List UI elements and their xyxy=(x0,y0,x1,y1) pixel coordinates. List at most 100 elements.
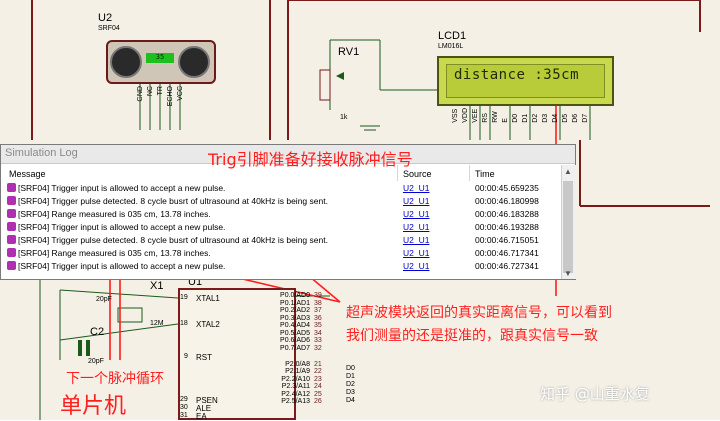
mcu-pin: P2.5/A13 xyxy=(281,398,310,405)
mcu-pin-xtal1: XTAL1 xyxy=(196,294,220,303)
log-time: 00:00:46.727341 xyxy=(475,261,539,271)
mcu-pin-rst: RST xyxy=(196,353,212,362)
lcd-ref: LCD1 xyxy=(438,30,467,42)
column-header-time[interactable]: Time xyxy=(475,169,495,179)
mcu-pin: P2.3/A11 xyxy=(281,383,310,390)
log-source-link[interactable]: U2_U1 xyxy=(403,235,429,245)
log-time: 00:00:46.180998 xyxy=(475,196,539,206)
mcu-pin: P0.4/AD4 xyxy=(280,322,310,329)
mcu-pin-num: 22 xyxy=(314,368,322,375)
scroll-up-icon[interactable]: ▲ xyxy=(563,167,573,177)
u2-ref: U2 xyxy=(98,12,113,24)
u2-part: SRF04 xyxy=(98,25,120,32)
mcu-pin: P0.1/AD1 xyxy=(280,299,310,307)
mcu-net-labels: D0 D1 D2 D3 D4 xyxy=(346,365,360,405)
log-time: 00:00:45.659235 xyxy=(475,183,539,193)
mcu-pin-num: 24 xyxy=(314,383,322,390)
lcd-text: distance :35cm xyxy=(454,67,580,83)
mcu-pin-num: 38 xyxy=(314,299,322,307)
log-source-link[interactable]: U2_U1 xyxy=(403,183,429,193)
mcu-pin-num: 18 xyxy=(180,320,188,327)
log-message: [SRF04] Trigger input is allowed to acce… xyxy=(18,222,226,232)
transducer-left-icon xyxy=(110,46,142,78)
mcu-pin-num: 33 xyxy=(314,337,322,344)
mcu-right-pins: P0.0/AD0 P0.1/AD1 P0.2/AD2 P0.3/AD3 P0.4… xyxy=(254,292,310,406)
mcu-pin: P0.6/AD6 xyxy=(280,337,310,344)
lcd-pin: VSS xyxy=(452,108,459,123)
mcu-pin-num: 9 xyxy=(184,353,188,360)
net-label: D2 xyxy=(346,381,355,388)
log-time: 00:00:46.193288 xyxy=(475,222,539,232)
log-time: 00:00:46.717341 xyxy=(475,248,539,258)
lcd-pin: D4 xyxy=(552,113,559,123)
message-icon xyxy=(7,261,16,270)
log-time: 00:00:46.715051 xyxy=(475,235,539,245)
mcu-pin-num: 25 xyxy=(314,390,322,398)
log-message: [SRF04] Trigger pulse detected. 8 cycle … xyxy=(18,235,328,245)
mcu-pin-num: 29 xyxy=(180,396,188,403)
rv1-ref: RV1 xyxy=(338,46,360,58)
net-label: D1 xyxy=(346,373,355,380)
column-header-source[interactable]: Source xyxy=(403,169,432,179)
cap-value: 20pF xyxy=(88,358,104,365)
lcd-pin: D7 xyxy=(582,113,589,123)
column-separator[interactable] xyxy=(469,165,470,181)
mcu-pin: P2.0/A8 xyxy=(285,360,310,368)
log-source-link[interactable]: U2_U1 xyxy=(403,248,429,258)
mcu-pin-num: 31 xyxy=(180,412,188,419)
log-message: [SRF04] Trigger input is allowed to acce… xyxy=(18,183,226,193)
message-icon xyxy=(7,196,16,205)
log-row[interactable]: [SRF04] Range measured is 035 cm, 13.78 … xyxy=(7,248,211,260)
lcd-pin: RS xyxy=(482,113,489,123)
mcu-pin: P2.4/A12 xyxy=(281,390,310,398)
lcd-pin: D3 xyxy=(542,113,549,123)
log-row[interactable]: [SRF04] Trigger pulse detected. 8 cycle … xyxy=(7,235,328,247)
mcu-pin: P0.7/AD7 xyxy=(280,344,310,352)
scrollbar-thumb[interactable] xyxy=(563,181,573,273)
log-source-link[interactable]: U2_U1 xyxy=(403,222,429,232)
lcd-pin-labels: VSS VDD VEE RS RW E D0 D1 D2 D3 D4 D5 D6… xyxy=(452,108,592,123)
transducer-right-icon xyxy=(178,46,210,78)
scroll-down-icon[interactable]: ▼ xyxy=(563,269,573,279)
log-message: [SRF04] Trigger pulse detected. 8 cycle … xyxy=(18,196,328,206)
mcu-pin: P0.5/AD5 xyxy=(280,329,310,337)
log-row[interactable]: [SRF04] Trigger input is allowed to acce… xyxy=(7,261,225,273)
lcd-pin: VDD xyxy=(462,108,469,123)
log-row[interactable]: [SRF04] Trigger input is allowed to acce… xyxy=(7,183,225,195)
log-source-link[interactable]: U2_U1 xyxy=(403,209,429,219)
log-row[interactable]: [SRF04] Trigger input is allowed to acce… xyxy=(7,222,225,234)
watermark: 知乎 @山重水复 xyxy=(540,385,650,403)
u2-pin-tr: TR xyxy=(157,86,164,96)
u2-pin-echo: ECHO xyxy=(167,86,174,107)
lcd-pin: VEE xyxy=(472,108,479,123)
mcu-pin-num: 34 xyxy=(314,329,322,337)
message-icon xyxy=(7,248,16,257)
cap-ref: C2 xyxy=(90,326,105,338)
log-message: [SRF04] Range measured is 035 cm, 13.78 … xyxy=(18,248,211,258)
mcu-pin: P2.2/A10 xyxy=(281,375,310,383)
mcu-pin: P0.2/AD2 xyxy=(280,307,310,314)
mcu-pin: P0.0/AD0 xyxy=(280,292,310,299)
log-message: [SRF04] Range measured is 035 cm, 13.78 … xyxy=(18,209,211,219)
mcu-pin-num: 26 xyxy=(314,398,322,405)
lcd-pin: E xyxy=(502,118,509,123)
log-source-link[interactable]: U2_U1 xyxy=(403,196,429,206)
mcu-right-pin-nums: 39 38 37 36 35 34 33 32 21 22 23 24 25 2… xyxy=(314,292,328,406)
mcu-pin-num: 21 xyxy=(314,360,322,368)
u2-pin-vcc: VCC xyxy=(177,86,184,101)
message-icon xyxy=(7,222,16,231)
log-message: [SRF04] Trigger input is allowed to acce… xyxy=(18,261,226,271)
mcu-pin: P2.1/A9 xyxy=(285,368,310,375)
log-row[interactable]: [SRF04] Range measured is 035 cm, 13.78 … xyxy=(7,209,211,221)
log-row[interactable]: [SRF04] Trigger pulse detected. 8 cycle … xyxy=(7,196,328,208)
sensor-display: 35 xyxy=(146,53,174,63)
u2-pin-gnd: GND xyxy=(137,86,144,102)
column-header-message[interactable]: Message xyxy=(9,169,46,179)
net-label: D0 xyxy=(346,365,355,372)
log-source-link[interactable]: U2_U1 xyxy=(403,261,429,271)
mcu-pin-num: 30 xyxy=(180,404,188,411)
mcu-pin-num: 37 xyxy=(314,307,322,314)
lcd-pin: D0 xyxy=(512,113,519,123)
annotation-mcu: 单片机 xyxy=(60,394,127,419)
log-time: 00:00:46.183288 xyxy=(475,209,539,219)
